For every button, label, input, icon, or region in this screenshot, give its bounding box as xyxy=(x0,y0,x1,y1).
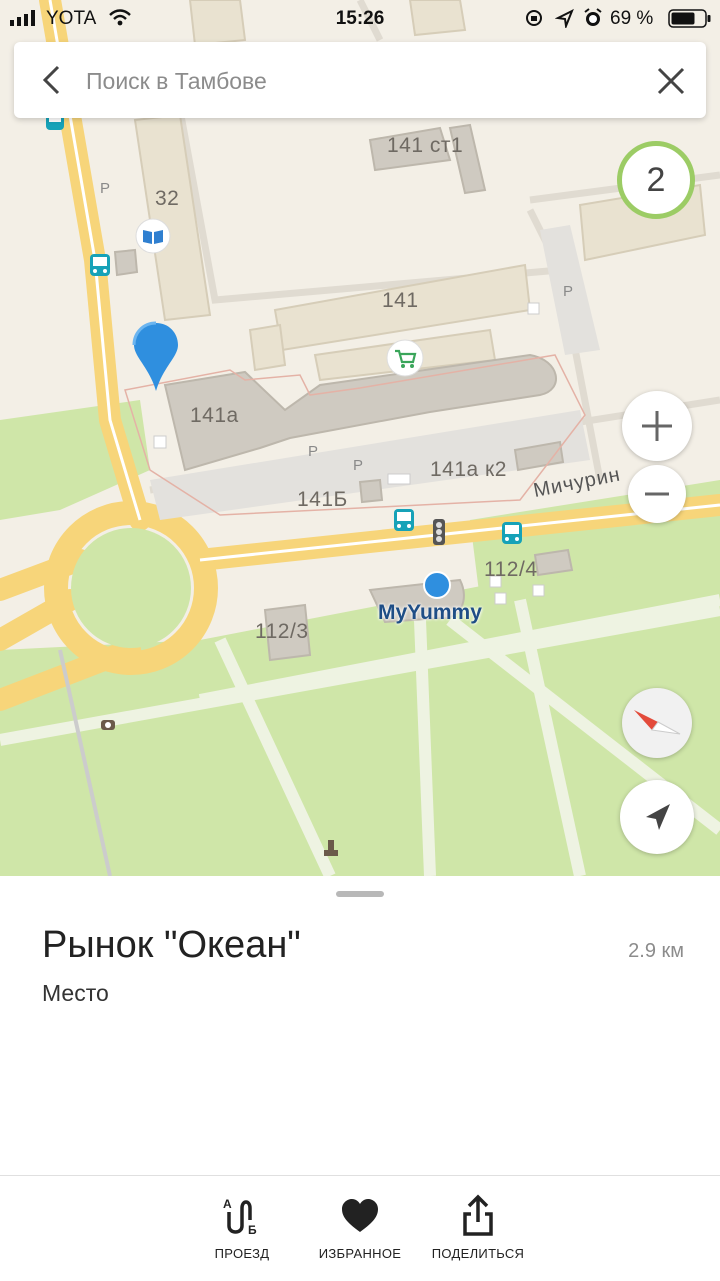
heart-icon xyxy=(342,1199,378,1232)
alarm-icon xyxy=(584,8,602,26)
minus-icon xyxy=(645,492,669,496)
navigation-arrow-icon xyxy=(646,804,670,830)
compass-button[interactable] xyxy=(622,688,692,758)
share-label: ПОДЕЛИТЬСЯ xyxy=(431,1246,525,1261)
drag-handle[interactable] xyxy=(336,891,384,897)
share-button[interactable]: ПОДЕЛИТЬСЯ xyxy=(408,1194,548,1261)
bus-stop-icon[interactable] xyxy=(500,520,524,548)
place-type: Место xyxy=(42,980,109,1006)
parking-label: P xyxy=(563,283,574,300)
building-label-141a-k2: 141а к2 xyxy=(430,458,507,481)
status-bar: YOTA 15:26 69 % xyxy=(0,0,720,36)
map-view[interactable]: 141 ст1 32 141 141а 141а к2 141Б 112/4 1… xyxy=(0,0,720,876)
location-pin-icon[interactable] xyxy=(131,321,181,393)
share-icon xyxy=(463,1194,493,1236)
shopping-cart-icon[interactable] xyxy=(386,339,424,377)
building-label-112-4: 112/4 xyxy=(484,558,538,581)
route-icon: А Б xyxy=(223,1197,257,1237)
library-icon[interactable] xyxy=(135,218,171,254)
traffic-light-icon xyxy=(433,519,445,545)
battery-icon xyxy=(668,9,711,28)
parking-label: P xyxy=(100,180,111,197)
my-location-label: MyYummy xyxy=(378,601,482,624)
plus-icon xyxy=(642,411,672,441)
battery-percent: 69 % xyxy=(610,8,654,29)
svg-text:Б: Б xyxy=(248,1223,257,1237)
monument-icon xyxy=(324,840,338,856)
place-title: Рынок "Океан" xyxy=(42,924,301,966)
building-label-141b: 141Б xyxy=(297,488,348,511)
bus-stop-icon[interactable] xyxy=(88,252,112,280)
place-card[interactable]: Рынок "Океан" Место 2.9 км xyxy=(0,876,720,1176)
building-label-112-3: 112/3 xyxy=(255,620,309,643)
building-label-141: 141 xyxy=(382,289,419,312)
distance-label: 2.9 км xyxy=(628,940,684,962)
parking-label: P xyxy=(308,443,319,460)
zoom-in-button[interactable] xyxy=(622,391,692,461)
my-location-dot-icon xyxy=(423,571,451,599)
building-label-32: 32 xyxy=(155,187,180,210)
search-bar xyxy=(14,42,706,118)
compass-icon xyxy=(634,710,681,735)
map-canvas[interactable] xyxy=(0,0,720,876)
location-services-icon xyxy=(555,8,574,28)
building-label-141a: 141а xyxy=(190,404,239,427)
parking-label: P xyxy=(353,457,364,474)
zoom-out-button[interactable] xyxy=(628,465,686,523)
building-label-141-st1: 141 ст1 xyxy=(387,134,464,157)
action-toolbar: А Б ПРОЕЗД ИЗБРАННОЕ ПОДЕЛИТЬСЯ xyxy=(0,1175,720,1281)
phone-icon xyxy=(101,720,115,730)
rotation-lock-icon xyxy=(526,10,542,26)
my-location-button[interactable] xyxy=(620,780,694,854)
cluster-badge[interactable]: 2 xyxy=(617,141,695,219)
svg-text:А: А xyxy=(223,1197,232,1211)
close-icon[interactable] xyxy=(656,66,686,96)
search-input[interactable] xyxy=(84,56,628,106)
bus-stop-icon[interactable] xyxy=(392,507,416,535)
back-arrow-icon[interactable] xyxy=(38,64,68,96)
